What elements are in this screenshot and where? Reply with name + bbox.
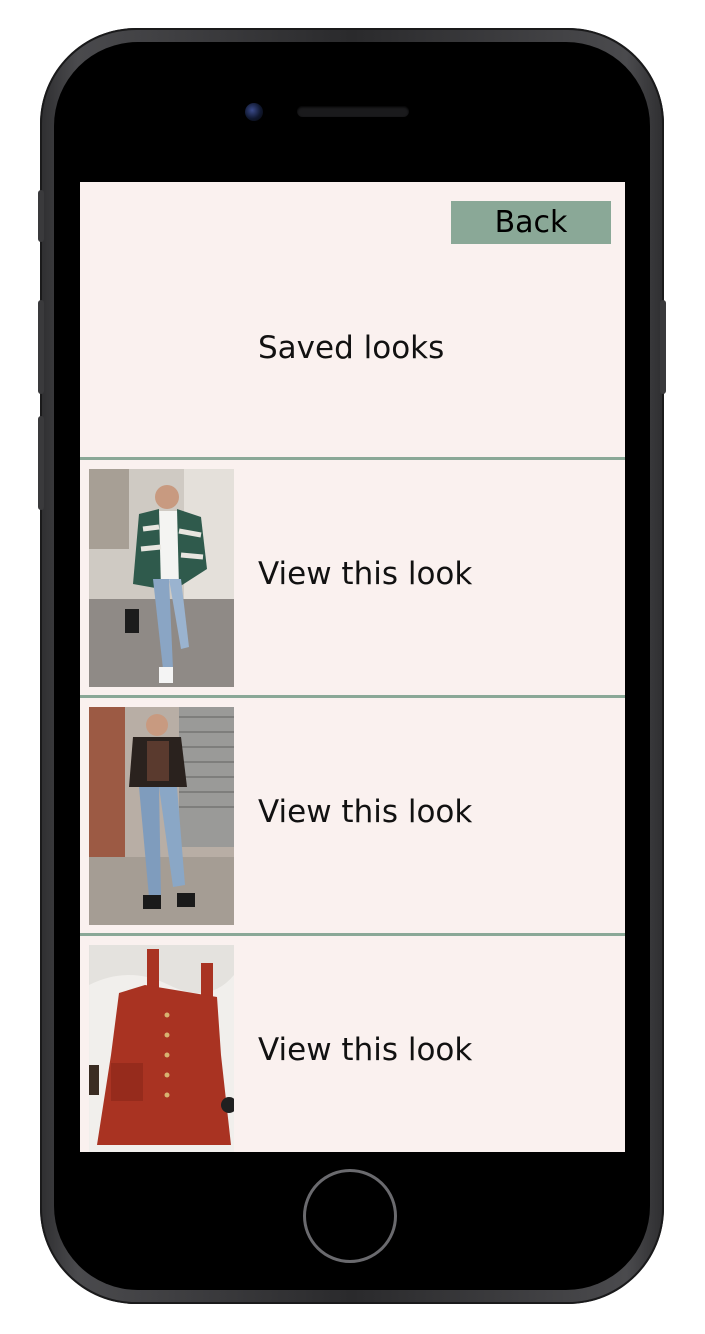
page-title: Saved looks bbox=[258, 330, 445, 366]
view-look-link[interactable]: View this look bbox=[258, 556, 472, 592]
red-overall-dress-photo bbox=[89, 945, 234, 1152]
power-button bbox=[660, 300, 666, 394]
volume-up-button bbox=[38, 300, 44, 394]
home-button[interactable] bbox=[303, 1169, 397, 1263]
saved-look-item[interactable]: View this look bbox=[80, 936, 625, 1152]
plaid-outfit-photo bbox=[89, 469, 234, 687]
mute-switch bbox=[38, 190, 44, 242]
view-look-link[interactable]: View this look bbox=[258, 1032, 472, 1068]
look-thumbnail-image[interactable] bbox=[89, 945, 234, 1152]
leather-jacket-outfit-photo bbox=[89, 707, 234, 925]
look-thumbnail-image[interactable] bbox=[89, 707, 234, 925]
view-look-link[interactable]: View this look bbox=[258, 794, 472, 830]
app-screen: Back Saved looks View this look View thi… bbox=[80, 182, 625, 1152]
earpiece-speaker bbox=[297, 106, 409, 117]
saved-look-item[interactable]: View this look bbox=[80, 460, 625, 698]
front-camera-icon bbox=[245, 103, 263, 121]
back-button[interactable]: Back bbox=[451, 201, 611, 244]
volume-down-button bbox=[38, 416, 44, 510]
page-header: Back Saved looks bbox=[80, 182, 625, 460]
look-thumbnail-image[interactable] bbox=[89, 469, 234, 687]
saved-look-item[interactable]: View this look bbox=[80, 698, 625, 936]
